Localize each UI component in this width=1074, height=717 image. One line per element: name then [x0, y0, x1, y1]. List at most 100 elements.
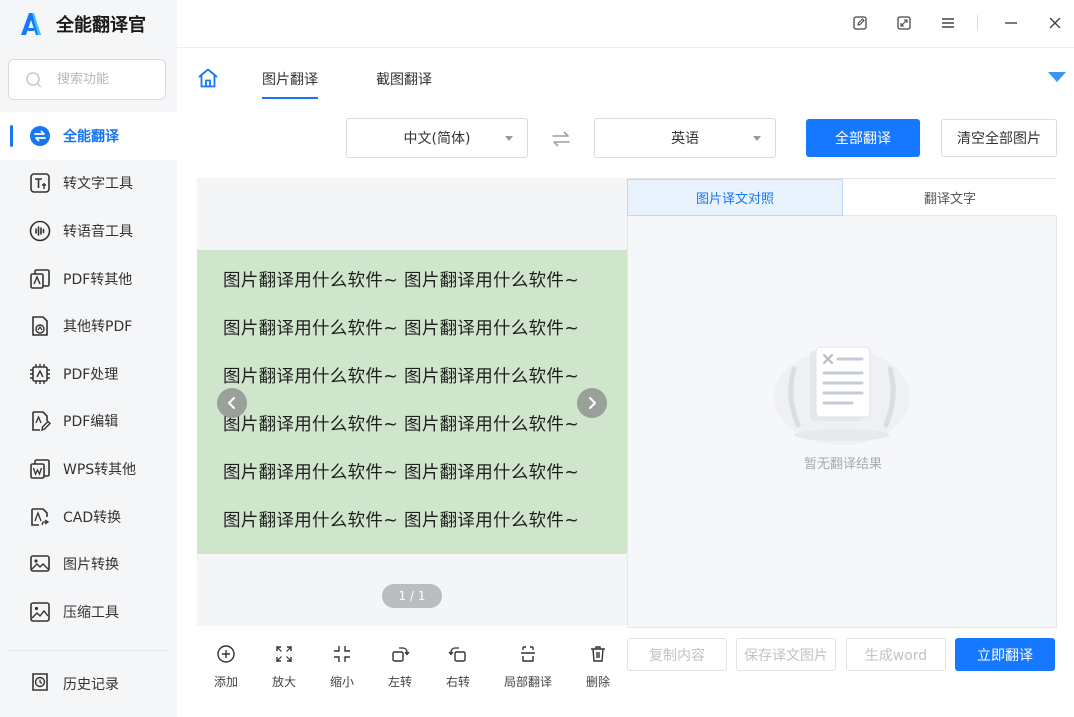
minimize-icon[interactable]	[1000, 12, 1022, 34]
sidebar-item-label: CAD转换	[63, 509, 122, 526]
swap-language-icon[interactable]	[551, 130, 571, 148]
tab-screenshot-translate[interactable]: 截图翻译	[376, 69, 432, 89]
save-translated-image-button[interactable]: 保存译文图片	[736, 638, 836, 671]
sidebar-item-pdf-edit[interactable]: PDF编辑	[0, 398, 177, 446]
clear-all-images-button[interactable]: 清空全部图片	[941, 119, 1057, 157]
close-icon[interactable]	[1044, 12, 1066, 34]
target-language-value: 英语	[671, 131, 699, 147]
source-language-select[interactable]: 中文(简体)	[346, 118, 528, 158]
feedback-icon[interactable]	[849, 12, 871, 34]
sidebar-item-label: WPS转其他	[63, 461, 137, 478]
zoom-in-button[interactable]: 放大	[254, 644, 314, 690]
caret-down-icon	[505, 136, 513, 141]
empty-result-text: 暂无翻译结果	[803, 457, 882, 472]
rotate-right-icon	[448, 647, 466, 662]
history-label: 历史记录	[63, 677, 119, 693]
sidebar-item-label: PDF编辑	[63, 414, 119, 431]
mini-mode-icon[interactable]	[893, 12, 915, 34]
sidebar-item-wps[interactable]: WPS转其他	[0, 445, 177, 493]
target-language-select[interactable]: 英语	[594, 118, 776, 158]
sidebar-item-history[interactable]: 历史记录	[0, 660, 177, 708]
sidebar-item-label: 图片转换	[63, 557, 119, 574]
trash-icon	[591, 646, 605, 662]
window-controls-separator	[977, 15, 978, 31]
image-toolbar: 添加 放大 缩小 左转 右转 局部翻译 删除	[197, 636, 627, 696]
brand: 全能翻译官	[18, 10, 146, 38]
search-input[interactable]	[57, 72, 157, 87]
title-divider	[177, 47, 1074, 48]
sidebar-item-cad[interactable]: CAD转换	[0, 493, 177, 541]
partial-translate-label: 局部翻译	[503, 675, 552, 689]
tab-image-compare[interactable]: 图片译文对照	[627, 179, 843, 216]
window-controls	[827, 12, 1066, 34]
preview-image: 图片翻译用什么软件~ 图片翻译用什么软件~ 图片翻译用什么软件~ 图片翻译用什么…	[197, 250, 627, 554]
tab-image-translate[interactable]: 图片翻译	[262, 69, 318, 99]
rotate-right-button[interactable]: 右转	[428, 644, 488, 690]
caret-down-icon	[753, 136, 761, 141]
preview-text-line: 图片翻译用什么软件~ 图片翻译用什么软件~	[223, 271, 580, 291]
compress-icon	[28, 600, 52, 624]
wps-icon	[28, 457, 52, 481]
sidebar-item-pdf-import[interactable]: 其他转PDF	[0, 302, 177, 350]
translate-all-button[interactable]: 全部翻译	[806, 119, 920, 157]
translate-now-button[interactable]: 立即翻译	[955, 638, 1055, 671]
app-name: 全能翻译官	[56, 15, 146, 36]
sidebar-item-label: PDF处理	[63, 366, 119, 383]
sidebar-item-pdf-export[interactable]: PDF转其他	[0, 255, 177, 303]
text-convert-icon	[28, 171, 52, 195]
app-logo-icon	[21, 13, 41, 35]
preview-text-line: 图片翻译用什么软件~ 图片翻译用什么软件~	[223, 367, 580, 387]
copy-content-button[interactable]: 复制内容	[627, 638, 727, 671]
translate-icon	[28, 124, 52, 148]
home-icon[interactable]	[197, 67, 219, 89]
zoom-out-label: 缩小	[329, 675, 354, 689]
chevron-right-icon	[589, 397, 596, 409]
sidebar-item-pdf-process[interactable]: PDF处理	[0, 350, 177, 398]
preview-text-line: 图片翻译用什么软件~ 图片翻译用什么软件~	[223, 511, 580, 531]
shrink-icon	[334, 646, 350, 662]
chevron-left-icon	[228, 397, 235, 409]
rotate-left-icon	[392, 647, 410, 662]
tab-translated-text[interactable]: 翻译文字	[843, 179, 1057, 216]
preview-text-line: 图片翻译用什么软件~ 图片翻译用什么软件~	[223, 463, 580, 483]
crop-region-icon	[521, 646, 535, 662]
delete-label: 删除	[585, 675, 610, 689]
preview-text-line: 图片翻译用什么软件~ 图片翻译用什么软件~	[223, 319, 580, 339]
sidebar-item-label: 转文字工具	[63, 176, 133, 193]
prev-image-button[interactable]	[217, 388, 247, 418]
sidebar-item-label: PDF转其他	[63, 271, 133, 288]
zoom-out-button[interactable]: 缩小	[312, 644, 372, 690]
image-preview-area: 图片翻译用什么软件~ 图片翻译用什么软件~ 图片翻译用什么软件~ 图片翻译用什么…	[197, 178, 627, 626]
add-button[interactable]: 添加	[196, 644, 256, 690]
add-label: 添加	[213, 675, 238, 689]
search-box[interactable]	[8, 59, 166, 100]
add-icon	[217, 645, 235, 663]
pdf-process-icon	[28, 362, 52, 386]
partial-translate-button[interactable]: 局部翻译	[498, 644, 558, 690]
expand-icon	[276, 646, 292, 662]
next-image-button[interactable]	[577, 388, 607, 418]
page-indicator: 1 / 1	[382, 584, 442, 608]
generate-word-button[interactable]: 生成word	[846, 638, 946, 671]
rotate-left-button[interactable]: 左转	[370, 644, 430, 690]
menu-icon[interactable]	[937, 12, 959, 34]
source-language-value: 中文(简体)	[403, 131, 471, 147]
rotate-left-label: 左转	[387, 675, 412, 689]
voice-icon	[28, 219, 52, 243]
delete-button[interactable]: 删除	[568, 644, 628, 690]
sidebar-item-all-translate[interactable]: 全能翻译	[0, 112, 177, 160]
sidebar-item-label: 转语音工具	[63, 223, 133, 240]
zoom-in-label: 放大	[271, 675, 296, 689]
sidebar-item-compress[interactable]: 压缩工具	[0, 588, 177, 636]
sidebar-divider	[8, 650, 168, 651]
cad-icon	[28, 505, 52, 529]
pdf-export-icon	[28, 267, 52, 291]
collapse-triangle-icon[interactable]	[1048, 72, 1066, 82]
sidebar-item-image-convert[interactable]: 图片转换	[0, 540, 177, 588]
image-convert-icon	[28, 552, 52, 576]
preview-text-line: 图片翻译用什么软件~ 图片翻译用什么软件~	[223, 415, 580, 435]
sidebar-item-text-tools[interactable]: 转文字工具	[0, 160, 177, 208]
sidebar-nav: 全能翻译 转文字工具 转语音工具 PDF转其他 其他转PDF PDF处理 PDF…	[0, 112, 177, 636]
sidebar-item-voice-tools[interactable]: 转语音工具	[0, 207, 177, 255]
rotate-right-label: 右转	[445, 675, 470, 689]
